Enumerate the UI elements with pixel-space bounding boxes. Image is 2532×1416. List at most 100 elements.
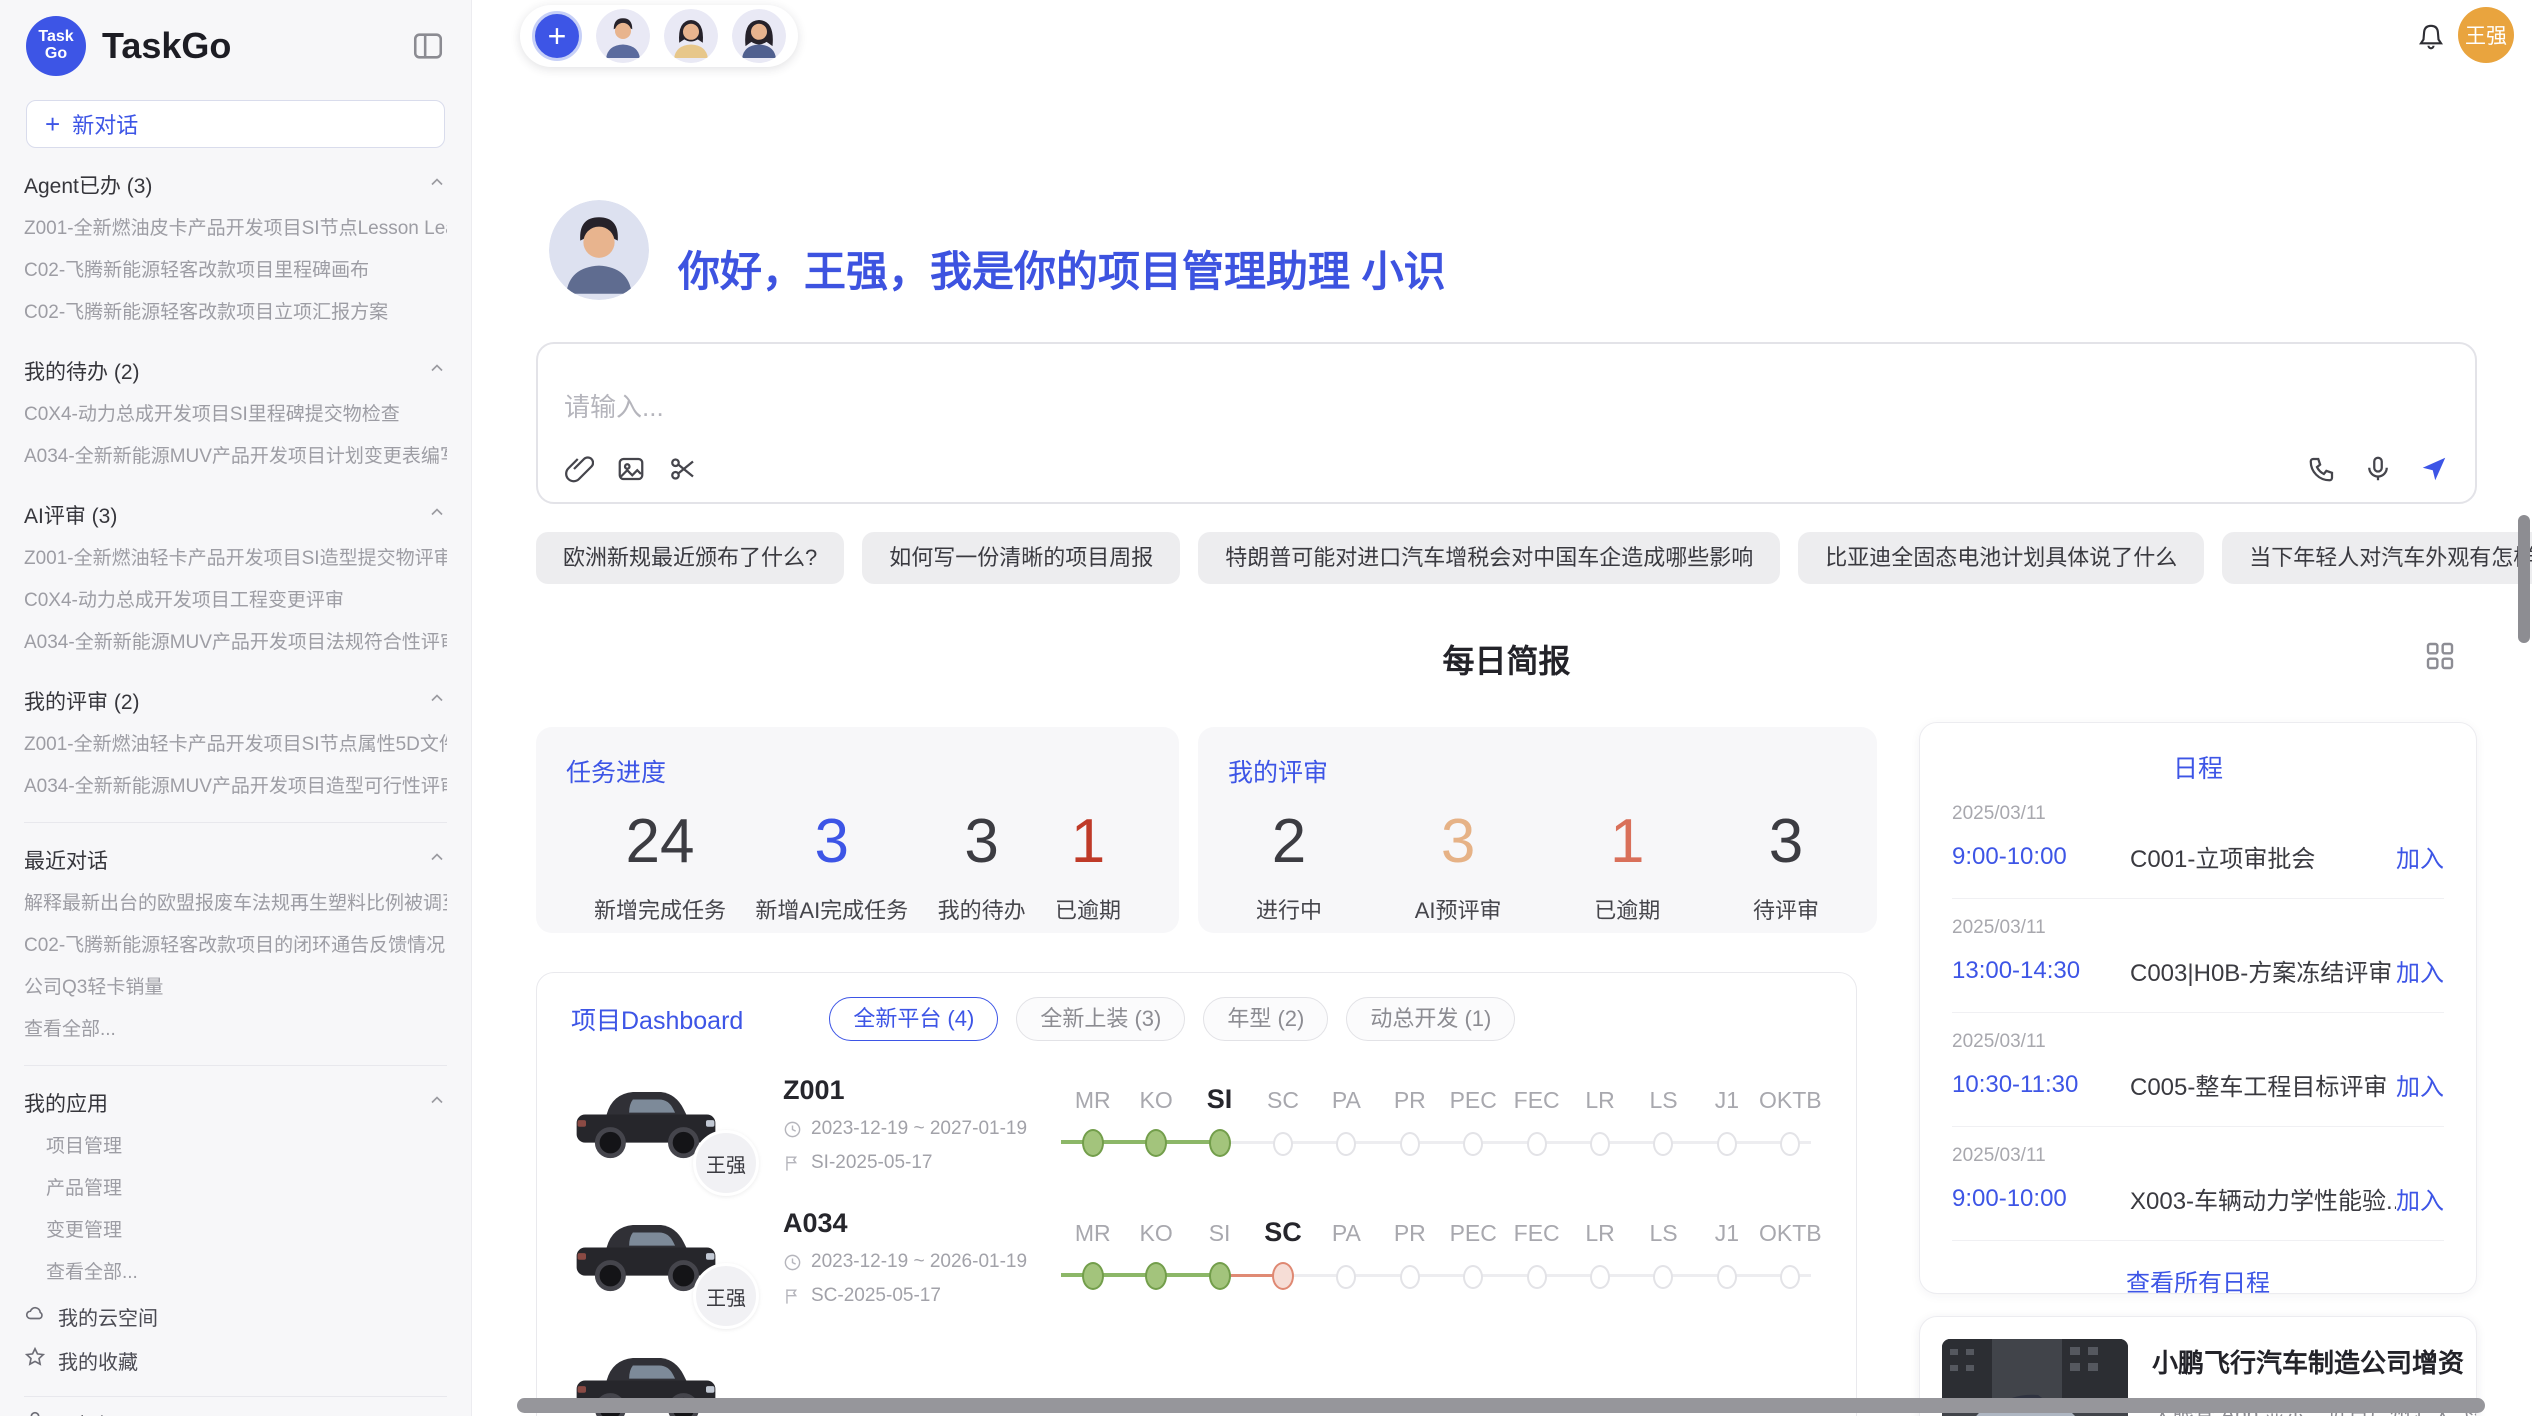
join-link[interactable]: 加入 bbox=[2396, 839, 2444, 874]
stats-row: 2进行中3AI预评审1已逾期3待评审 bbox=[1228, 805, 1847, 925]
message-input[interactable] bbox=[564, 392, 2164, 423]
suggestion-chip[interactable]: 如何写一份清晰的项目周报 bbox=[862, 532, 1180, 584]
section-header-recent[interactable]: 最近对话 bbox=[24, 837, 447, 883]
composer-left-icons bbox=[564, 454, 698, 484]
schedule-item: 2025/03/11 13:00-14:30C003|H0B-方案冻结评审加入 bbox=[1952, 899, 2444, 1013]
project-rows: 王强Z0012023-12-19 ~ 2027-01-19SI-2025-05-… bbox=[571, 1075, 1822, 1416]
task-item[interactable]: A034-全新新能源MUV产品开发项目造型可行性评审 bbox=[24, 766, 447, 808]
conversation-item[interactable]: 公司Q3轻卡销量 bbox=[24, 967, 447, 1009]
milestone-dot bbox=[1717, 1265, 1737, 1289]
milestone-dot bbox=[1209, 1262, 1231, 1290]
sidebar-item-cloud-space[interactable]: 我的云空间 bbox=[24, 1294, 447, 1338]
section-header[interactable]: Agent已办 (3) bbox=[24, 162, 447, 208]
join-link[interactable]: 加入 bbox=[2396, 1067, 2444, 1102]
schedule-date: 2025/03/11 bbox=[1952, 917, 2444, 939]
horizontal-scrollbar[interactable] bbox=[517, 1398, 2485, 1413]
image-icon[interactable] bbox=[616, 454, 646, 484]
new-chat-label: 新对话 bbox=[72, 108, 138, 140]
task-item[interactable]: C0X4-动力总成开发项目SI里程碑提交物检查 bbox=[24, 394, 447, 436]
suggestion-chip[interactable]: 比亚迪全固态电池计划具体说了什么 bbox=[1798, 532, 2204, 584]
task-item[interactable]: Z001-全新燃油轻卡产品开发项目SI节点属性5D文件评审 bbox=[24, 724, 447, 766]
section-title: AI评审 (3) bbox=[24, 500, 117, 530]
milestone-label: PEC bbox=[1442, 1087, 1505, 1114]
main-area: + 王强 你好，王强，我是你的项目管理助理 小识 bbox=[472, 0, 2532, 1416]
task-item[interactable]: C0X4-动力总成开发项目工程变更评审 bbox=[24, 580, 447, 622]
milestone-dot bbox=[1780, 1132, 1800, 1156]
conversation-item[interactable]: C02-飞腾新能源轻客改款项目的闭环通告反馈情况 bbox=[24, 925, 447, 967]
task-item[interactable]: Z001-全新燃油皮卡产品开发项目SI节点Lesson Learn报告 bbox=[24, 208, 447, 250]
attachment-icon[interactable] bbox=[564, 454, 594, 484]
schedule-item: 2025/03/119:00-10:00X003-车辆动力学性能验...加入 bbox=[1952, 1127, 2444, 1241]
milestone-label: KO bbox=[1124, 1220, 1187, 1247]
vertical-scrollbar[interactable] bbox=[2518, 515, 2530, 643]
task-item[interactable]: C02-飞腾新能源轻客改款项目里程碑画布 bbox=[24, 250, 447, 292]
send-icon[interactable] bbox=[2419, 454, 2449, 484]
section-header[interactable]: 我的评审 (2) bbox=[24, 678, 447, 724]
tab-filter[interactable]: 全新平台 (4) bbox=[829, 997, 998, 1041]
section-title: Agent已办 (3) bbox=[24, 170, 152, 200]
agent-avatar[interactable] bbox=[596, 9, 650, 63]
schedule-item: 2025/03/119:00-10:00C001-立项审批会加入 bbox=[1952, 785, 2444, 899]
task-item[interactable]: Z001-全新燃油轻卡产品开发项目SI造型提交物评审 bbox=[24, 538, 447, 580]
stat-我的待办: 3我的待办 bbox=[938, 805, 1026, 925]
task-item[interactable]: A034-全新新能源MUV产品开发项目法规符合性评审 bbox=[24, 622, 447, 664]
new-chat-button[interactable]: + 新对话 bbox=[26, 100, 445, 148]
suggestion-chip[interactable]: 当下年轻人对汽车外观有怎样的喜好趋势 bbox=[2222, 532, 2532, 584]
milestone-label: MR bbox=[1061, 1220, 1124, 1247]
milestone-dot bbox=[1780, 1265, 1800, 1289]
owner-name: 王强 bbox=[706, 1149, 746, 1178]
tab-filter[interactable]: 动总开发 (1) bbox=[1346, 997, 1515, 1041]
stat-label: 我的待办 bbox=[938, 893, 1026, 925]
user-avatar[interactable]: 王强 bbox=[2458, 7, 2514, 63]
flag-milestone: SI-2025-05-17 bbox=[811, 1152, 932, 1174]
phone-icon[interactable] bbox=[2307, 454, 2337, 484]
mic-icon[interactable] bbox=[2363, 454, 2393, 484]
add-agent-button[interactable]: + bbox=[532, 11, 582, 61]
notification-bell-icon[interactable] bbox=[2416, 22, 2446, 52]
section-header[interactable]: 我的待办 (2) bbox=[24, 348, 447, 394]
app-item[interactable]: 产品管理 bbox=[24, 1168, 447, 1210]
stat-AI预评审: 3AI预评审 bbox=[1415, 805, 1502, 925]
scissors-icon[interactable] bbox=[668, 454, 698, 484]
suggestion-chip[interactable]: 特朗普可能对进口汽车增税会对中国车企造成哪些影响 bbox=[1198, 532, 1780, 584]
milestone-label: SI bbox=[1188, 1084, 1251, 1115]
suggestion-chip[interactable]: 欧洲新规最近颁布了什么? bbox=[536, 532, 844, 584]
schedule-name: X003-车辆动力学性能验... bbox=[2130, 1181, 2396, 1216]
tab-filter[interactable]: 年型 (2) bbox=[1203, 997, 1328, 1041]
app-title: TaskGo bbox=[102, 25, 395, 67]
join-link[interactable]: 加入 bbox=[2396, 1181, 2444, 1216]
milestone-label: FEC bbox=[1505, 1087, 1568, 1114]
conversation-item[interactable]: 解释最新出台的欧盟报废车法规再生塑料比例被调至15%... bbox=[24, 883, 447, 925]
agent-avatar[interactable] bbox=[732, 9, 786, 63]
app-item[interactable]: 变更管理 bbox=[24, 1210, 447, 1252]
layout-grid-icon[interactable] bbox=[2424, 640, 2456, 672]
milestone-label: PR bbox=[1378, 1087, 1441, 1114]
view-all-schedule-link[interactable]: 查看所有日程 bbox=[1952, 1263, 2444, 1294]
task-item[interactable]: A034-全新新能源MUV产品开发项目计划变更表编写 bbox=[24, 436, 447, 478]
milestone-label: PA bbox=[1315, 1087, 1378, 1114]
app-item[interactable]: 查看全部... bbox=[24, 1252, 447, 1294]
join-link[interactable]: 加入 bbox=[2396, 953, 2444, 988]
schedule-time: 9:00-10:00 bbox=[1952, 1185, 2130, 1213]
flag-icon bbox=[783, 1287, 802, 1306]
project-row[interactable]: 王强A0342023-12-19 ~ 2026-01-19SC-2025-05-… bbox=[571, 1208, 1822, 1307]
conversation-item[interactable]: 查看全部... bbox=[24, 1009, 447, 1051]
divider bbox=[24, 822, 447, 823]
schedule-row: 13:00-14:30C003|H0B-方案冻结评审加入 bbox=[1952, 953, 2444, 988]
project-row[interactable]: 王强Z0012023-12-19 ~ 2027-01-19SI-2025-05-… bbox=[571, 1075, 1822, 1174]
app-item[interactable]: 项目管理 bbox=[24, 1126, 447, 1168]
milestone-label: LR bbox=[1568, 1087, 1631, 1114]
clock-icon bbox=[783, 1253, 802, 1272]
sidebar-collapse-icon[interactable] bbox=[411, 29, 445, 63]
task-item[interactable]: C02-飞腾新能源轻客改款项目立项汇报方案 bbox=[24, 292, 447, 334]
section-header-apps[interactable]: 我的应用 bbox=[24, 1080, 447, 1126]
agent-avatar[interactable] bbox=[664, 9, 718, 63]
dashboard-tabs: 全新平台 (4) 全新上装 (3) 年型 (2) 动总开发 (1) bbox=[829, 997, 1515, 1041]
schedule-date: 2025/03/11 bbox=[1952, 803, 2444, 825]
tab-filter[interactable]: 全新上装 (3) bbox=[1016, 997, 1185, 1041]
sidebar-footer-item[interactable]: AI超级员工 bbox=[24, 1401, 447, 1416]
section-header[interactable]: AI评审 (3) bbox=[24, 492, 447, 538]
sidebar-item-favorites[interactable]: 我的收藏 bbox=[24, 1338, 447, 1382]
news-title: 小鹏飞行汽车制造公司增资 bbox=[2152, 1343, 2477, 1380]
my-review-card: 我的评审 2进行中3AI预评审1已逾期3待评审 bbox=[1198, 727, 1877, 933]
